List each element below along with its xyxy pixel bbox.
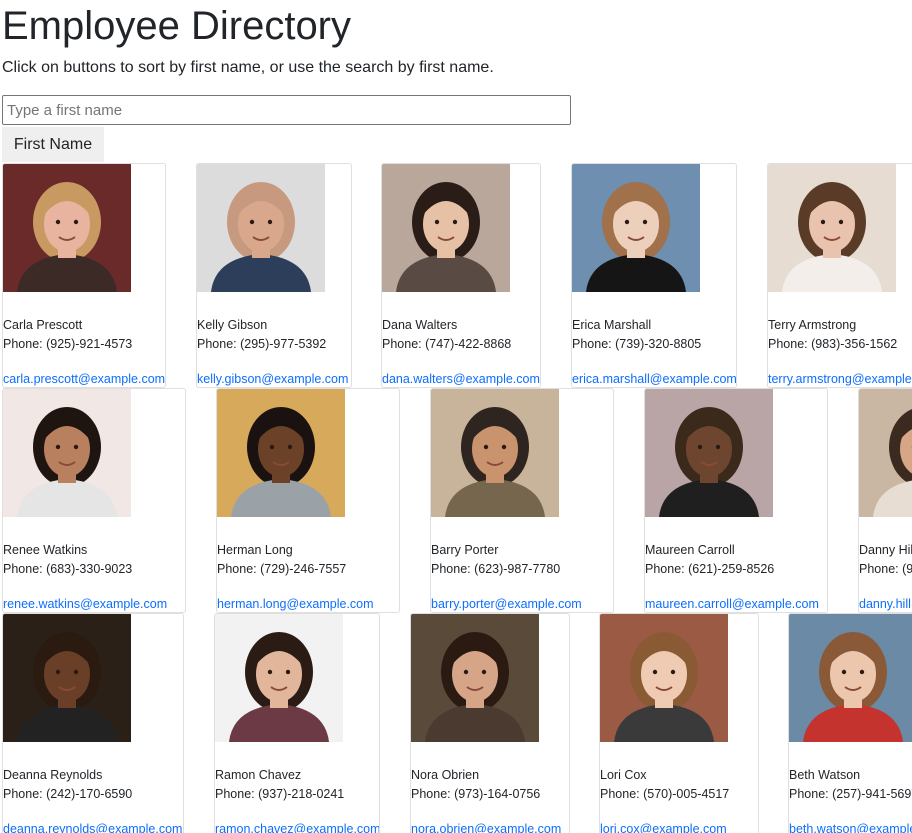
- employee-name: Kelly Gibson: [197, 318, 268, 332]
- employee-photo: [789, 614, 912, 742]
- employee-name: Lori Cox: [600, 768, 647, 782]
- employee-photo: [411, 614, 539, 742]
- employee-photo: [600, 614, 728, 742]
- employee-email-link[interactable]: carla.prescott@example.com: [3, 371, 165, 387]
- employee-photo: [382, 164, 510, 292]
- employee-email-link[interactable]: herman.long@example.com: [217, 596, 374, 612]
- employee-phone: Phone: (257)-941-5697: [789, 787, 912, 801]
- employee-photo: [3, 389, 131, 517]
- employee-phone: Phone: (729)-246-7557: [217, 562, 347, 576]
- employee-phone: Phone: (975)-: [859, 562, 912, 576]
- employee-card: Kelly Gibson Phone: (295)-977-5392 kelly.g…: [196, 163, 352, 388]
- employee-email-link[interactable]: terry.armstrong@example.com: [768, 371, 912, 387]
- employee-phone: Phone: (623)-987-7780: [431, 562, 561, 576]
- employee-name: Renee Watkins: [3, 543, 88, 557]
- employee-name: Dana Walters: [382, 318, 458, 332]
- employee-email-link[interactable]: danny.hill@example.com: [859, 596, 912, 612]
- employee-card: Danny Hill Phone: (975)- danny.hill@exampl…: [858, 388, 912, 613]
- employee-phone: Phone: (747)-422-8868: [382, 337, 512, 351]
- employee-name: Carla Prescott: [3, 318, 83, 332]
- employee-photo: [859, 389, 912, 517]
- employee-photo: [572, 164, 700, 292]
- employee-name: Barry Porter: [431, 543, 499, 557]
- employee-phone: Phone: (570)-005-4517: [600, 787, 730, 801]
- employee-phone: Phone: (983)-356-1562: [768, 337, 898, 351]
- employee-name: Ramon Chavez: [215, 768, 302, 782]
- employee-phone: Phone: (295)-977-5392: [197, 337, 327, 351]
- employee-phone: Phone: (683)-330-9023: [3, 562, 133, 576]
- employee-photo: [217, 389, 345, 517]
- employee-card: Ramon Chavez Phone: (937)-218-0241 ramon.c…: [214, 613, 380, 833]
- page-subtitle: Click on buttons to sort by first name, …: [2, 59, 494, 76]
- employee-phone: Phone: (621)-259-8526: [645, 562, 775, 576]
- employee-name: Herman Long: [217, 543, 293, 557]
- employee-card: Dana Walters Phone: (747)-422-8868 dana.wa…: [381, 163, 541, 388]
- employee-card: Beth Watson Phone: (257)-941-5697 beth.wat…: [788, 613, 912, 833]
- employee-card: Nora Obrien Phone: (973)-164-0756 nora.obr…: [410, 613, 570, 833]
- employee-email-link[interactable]: renee.watkins@example.com: [3, 596, 167, 612]
- employee-name: Erica Marshall: [572, 318, 652, 332]
- employee-phone: Phone: (973)-164-0756: [411, 787, 541, 801]
- employee-name: Deanna Reynolds: [3, 768, 103, 782]
- page-title: Employee Directory: [2, 4, 352, 48]
- search-input[interactable]: [2, 95, 571, 125]
- employee-card: Carla Prescott Phone: (925)-921-4573 carla…: [2, 163, 166, 388]
- employee-email-link[interactable]: beth.watson@example.com: [789, 821, 912, 833]
- employee-email-link[interactable]: erica.marshall@example.com: [572, 371, 736, 387]
- employee-phone: Phone: (937)-218-0241: [215, 787, 345, 801]
- employee-card: Renee Watkins Phone: (683)-330-9023 renee.…: [2, 388, 186, 613]
- employee-phone: Phone: (242)-170-6590: [3, 787, 133, 801]
- employee-card: Lori Cox Phone: (570)-005-4517 lori.cox@ex…: [599, 613, 759, 833]
- employee-name: Beth Watson: [789, 768, 861, 782]
- employee-photo: [215, 614, 343, 742]
- employee-email-link[interactable]: nora.obrien@example.com: [411, 821, 561, 833]
- employee-name: Maureen Carroll: [645, 543, 735, 557]
- employee-email-link[interactable]: kelly.gibson@example.com: [197, 371, 348, 387]
- employee-card: Deanna Reynolds Phone: (242)-170-6590 dean…: [2, 613, 184, 833]
- employee-photo: [197, 164, 325, 292]
- employee-card: Terry Armstrong Phone: (983)-356-1562 terr…: [767, 163, 912, 388]
- employee-card: Herman Long Phone: (729)-246-7557 herman.l…: [216, 388, 400, 613]
- employee-email-link[interactable]: maureen.carroll@example.com: [645, 596, 819, 612]
- employee-photo: [768, 164, 896, 292]
- employee-photo: [431, 389, 559, 517]
- employee-photo: [3, 164, 131, 292]
- employee-card: Barry Porter Phone: (623)-987-7780 barry.p…: [430, 388, 614, 613]
- employee-email-link[interactable]: ramon.chavez@example.com: [215, 821, 379, 833]
- employee-name: Nora Obrien: [411, 768, 480, 782]
- employee-email-link[interactable]: dana.walters@example.com: [382, 371, 540, 387]
- employee-email-link[interactable]: deanna.reynolds@example.com: [3, 821, 182, 833]
- employee-phone: Phone: (739)-320-8805: [572, 337, 702, 351]
- sort-first-name-button[interactable]: First Name: [2, 127, 104, 162]
- employee-name: Terry Armstrong: [768, 318, 857, 332]
- employee-card: Maureen Carroll Phone: (621)-259-8526 maur…: [644, 388, 828, 613]
- employee-photo: [645, 389, 773, 517]
- employee-card: Erica Marshall Phone: (739)-320-8805 erica…: [571, 163, 737, 388]
- page: Employee Directory Click on buttons to s…: [0, 0, 912, 833]
- employee-name: Danny Hill: [859, 543, 912, 557]
- employee-phone: Phone: (925)-921-4573: [3, 337, 133, 351]
- employee-email-link[interactable]: lori.cox@example.com: [600, 821, 727, 833]
- employee-email-link[interactable]: barry.porter@example.com: [431, 596, 582, 612]
- employee-photo: [3, 614, 131, 742]
